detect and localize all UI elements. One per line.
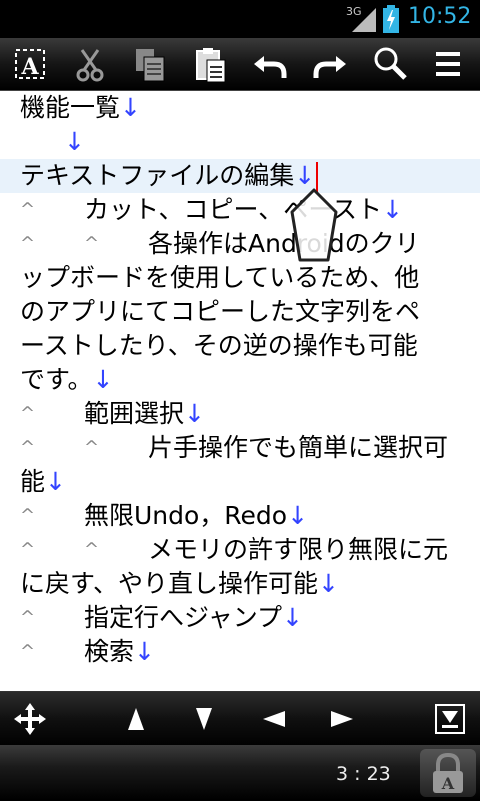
current-line: テキストファイルの編集↓ — [0, 159, 480, 193]
editor-line: ↓ — [64, 127, 85, 156]
page-end-icon[interactable] — [430, 699, 470, 739]
lock-icon: A — [433, 752, 463, 793]
editor-line: ^ 検索↓ — [20, 637, 155, 666]
status-clock: 10:52 — [408, 4, 472, 29]
editor-line: ^ ^ 片手操作でも簡単に選択可 — [20, 433, 449, 462]
search-icon[interactable] — [370, 44, 410, 84]
cursor-nav-bar — [0, 691, 480, 746]
svg-text:A: A — [441, 774, 455, 793]
cursor-position: 3 : 23 — [336, 763, 391, 785]
text-editor[interactable]: 機能一覧↓ ↓ テキストファイルの編集↓ ^ カット、コピー、ペースト↓ ^ ^ 各操… — [0, 91, 480, 691]
status-bar: 3G 10:52 — [0, 0, 480, 38]
editor-line: です。↓ — [20, 365, 114, 394]
editor-line: ^ ^ 各操作はAndroidのクリ — [20, 229, 420, 258]
up-arrow-icon[interactable] — [116, 699, 156, 739]
editor-line: ^ 範囲選択↓ — [20, 399, 205, 428]
lock-button[interactable]: A — [420, 749, 476, 797]
edit-toolbar: A — [0, 38, 480, 91]
move-cursor-icon[interactable] — [10, 699, 50, 739]
editor-line: 能↓ — [20, 467, 66, 496]
editor-line: ^ ^ メモリの許す限り無限に元 — [20, 535, 449, 564]
svg-text:A: A — [20, 54, 39, 80]
undo-icon[interactable] — [250, 44, 290, 84]
signal-icon — [352, 8, 376, 32]
editor-line: に戻す、やり直し操作可能↓ — [20, 569, 339, 598]
status-footer: 3 : 23 A — [0, 745, 480, 800]
cut-icon[interactable] — [70, 44, 110, 84]
editor-line: ップボードを使用しているため、他 — [20, 263, 420, 292]
menu-icon[interactable] — [428, 44, 468, 84]
editor-line: ^ 無限Undo，Redo↓ — [20, 501, 309, 530]
battery-icon — [383, 5, 399, 33]
editor-line: ーストしたり、その逆の操作も可能 — [20, 331, 418, 360]
editor-line: ^ カット、コピー、ペースト↓ — [20, 195, 403, 224]
redo-icon[interactable] — [310, 44, 350, 84]
editor-line: 機能一覧↓ — [20, 93, 141, 122]
paste-icon[interactable] — [190, 44, 230, 84]
copy-icon[interactable] — [130, 44, 170, 84]
right-arrow-icon[interactable] — [322, 699, 362, 739]
left-arrow-icon[interactable] — [254, 699, 294, 739]
text-select-icon[interactable]: A — [10, 44, 50, 84]
cursor-handle-icon[interactable] — [288, 186, 340, 266]
editor-line: のアプリにてコピーした文字列をペ — [20, 297, 421, 326]
editor-line: ^ 指定行へジャンプ↓ — [20, 603, 303, 632]
down-arrow-icon[interactable] — [184, 699, 224, 739]
